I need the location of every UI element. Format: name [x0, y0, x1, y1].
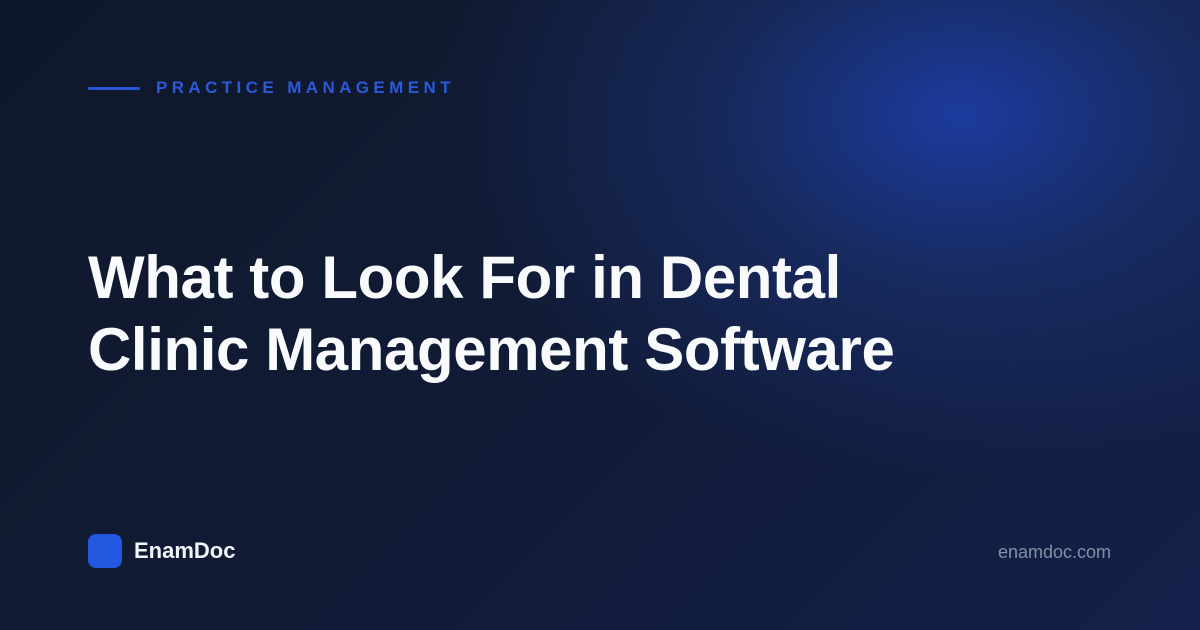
brand-lockup: EnamDoc — [88, 534, 235, 568]
site-url: enamdoc.com — [997, 542, 1111, 562]
category-eyebrow: PRACTICE MANAGEMENT — [88, 77, 455, 99]
category-label: PRACTICE MANAGEMENT — [156, 78, 455, 97]
brand-logo-icon — [88, 534, 122, 568]
article-title-line-2: Clinic Management Software — [88, 316, 895, 383]
brand-name: EnamDoc — [134, 538, 236, 563]
article-title: What to Look For in Dental Clinic Manage… — [88, 242, 1048, 386]
social-share-card: PRACTICE MANAGEMENT What to Look For in … — [0, 0, 1200, 630]
eyebrow-divider-line — [88, 86, 140, 90]
article-title-line-1: What to Look For in Dental — [88, 244, 841, 311]
